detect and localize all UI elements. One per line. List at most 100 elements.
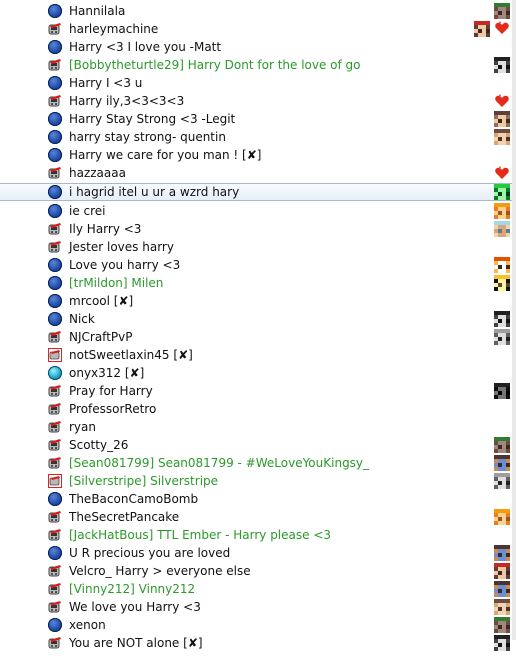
- contact-row[interactable]: Hannilala: [0, 2, 516, 20]
- contact-name-text: [Vinny212] Vinny212: [69, 582, 196, 596]
- avatar[interactable]: [494, 455, 510, 471]
- avatar[interactable]: [494, 599, 510, 615]
- contact-row[interactable]: xenon: [0, 616, 516, 634]
- mobile-phone-icon: [48, 58, 62, 72]
- avatar[interactable]: [494, 437, 510, 453]
- contact-row[interactable]: Velcro_ Harry > everyone else: [0, 562, 516, 580]
- avatar[interactable]: [494, 563, 510, 579]
- avatar[interactable]: [494, 111, 510, 127]
- contact-name: ie crei: [69, 202, 106, 220]
- contact-name-text: Harry <3 I love you -Matt: [69, 40, 222, 54]
- avatar[interactable]: [494, 383, 510, 399]
- contact-row[interactable]: Harry <3 I love you -Matt: [0, 38, 516, 56]
- contact-row[interactable]: Harry ily,3<3<3<3: [0, 92, 516, 110]
- avatar[interactable]: [494, 257, 510, 273]
- contact-row[interactable]: NJCraftPvP: [0, 328, 516, 346]
- contact-row[interactable]: Harry Stay Strong <3 -Legit: [0, 110, 516, 128]
- contact-row[interactable]: ProfessorRetro: [0, 400, 516, 418]
- online-status-icon: [48, 204, 62, 218]
- contact-row[interactable]: [Silverstripe] Silverstripe: [0, 472, 516, 490]
- contact-name: Scotty_26: [69, 436, 128, 454]
- contact-row[interactable]: ryan: [0, 418, 516, 436]
- contact-name: [JackHatBous] TTL Ember - Harry please <…: [69, 526, 331, 544]
- contact-name: TheSecretPancake: [69, 508, 179, 526]
- contact-name: [Bobbytheturtle29] Harry Dont for the lo…: [69, 56, 361, 74]
- contact-row[interactable]: i hagrid itel u ur a wzrd hary: [0, 183, 516, 201]
- avatar[interactable]: [494, 203, 510, 219]
- mobile-phone-icon: [48, 166, 62, 180]
- heart-badge-icon: [494, 94, 510, 108]
- avatar[interactable]: [474, 21, 490, 37]
- online-status-icon: [48, 112, 62, 126]
- contact-name-suffix: ]: [188, 348, 193, 362]
- contact-row[interactable]: [Bobbytheturtle29] Harry Dont for the lo…: [0, 56, 516, 74]
- contact-row[interactable]: Jester loves harry: [0, 238, 516, 256]
- contact-name: i hagrid itel u ur a wzrd hary: [69, 184, 239, 200]
- contact-name: onyx312 [✘]: [69, 364, 144, 382]
- contact-name-text: xenon: [69, 618, 106, 632]
- avatar[interactable]: [494, 617, 510, 633]
- busy-x-icon: ✘: [246, 148, 257, 162]
- contact-row[interactable]: harleymachine: [0, 20, 516, 38]
- avatar[interactable]: [494, 545, 510, 561]
- contact-row[interactable]: Nick: [0, 310, 516, 328]
- contact-row[interactable]: hazzaaaa: [0, 164, 516, 182]
- contact-row[interactable]: Harry I <3 u: [0, 74, 516, 92]
- mobile-phone-icon: [48, 384, 62, 398]
- heart-badge-icon[interactable]: [494, 21, 510, 37]
- avatar[interactable]: [494, 635, 510, 651]
- contact-row[interactable]: Ily Harry <3: [0, 220, 516, 238]
- busy-x-icon: ✘: [187, 636, 198, 650]
- contact-name: We love you Harry <3: [69, 598, 201, 616]
- contact-name-text: ProfessorRetro: [69, 402, 157, 416]
- contact-row[interactable]: We love you Harry <3: [0, 598, 516, 616]
- contact-row[interactable]: Harry we care for you man ! [✘]: [0, 146, 516, 164]
- contact-row[interactable]: [Vinny212] Vinny212: [0, 580, 516, 598]
- contact-name-text: Jester loves harry: [69, 240, 174, 254]
- contact-row[interactable]: mrcool [✘]: [0, 292, 516, 310]
- avatar[interactable]: [494, 329, 510, 345]
- contact-name-text: Scotty_26: [69, 438, 129, 452]
- avatar[interactable]: [494, 184, 510, 200]
- contact-row[interactable]: [trMildon] Milen: [0, 274, 516, 292]
- mobile-phone-icon: [48, 402, 62, 416]
- contact-row[interactable]: [Sean081799] Sean081799 - #WeLoveYouKing…: [0, 454, 516, 472]
- contact-row[interactable]: harry stay strong- quentin: [0, 128, 516, 146]
- avatar[interactable]: [494, 275, 510, 291]
- contact-name-text: Hannilala: [69, 4, 126, 18]
- contact-row[interactable]: U R precious you are loved: [0, 544, 516, 562]
- contact-row[interactable]: TheSecretPancake: [0, 508, 516, 526]
- contact-name: Nick: [69, 310, 95, 328]
- contact-name-text: [Sean081799] Sean081799 - #WeLoveYouKing…: [69, 456, 370, 470]
- contact-row[interactable]: ie crei: [0, 202, 516, 220]
- scrollbar[interactable]: [512, 0, 516, 640]
- avatar[interactable]: [494, 3, 510, 19]
- contact-row[interactable]: [JackHatBous] TTL Ember - Harry please <…: [0, 526, 516, 544]
- contact-name-text: harry stay strong- quentin: [69, 130, 226, 144]
- online-status-cyan-icon: [48, 366, 62, 380]
- contact-row[interactable]: TheBaconCamoBomb: [0, 490, 516, 508]
- mobile-phone-icon: [48, 600, 62, 614]
- contact-name: [trMildon] Milen: [69, 274, 163, 292]
- contact-row[interactable]: Pray for Harry: [0, 382, 516, 400]
- contact-row[interactable]: Scotty_26: [0, 436, 516, 454]
- avatar[interactable]: [494, 509, 510, 525]
- contact-row[interactable]: notSweetlaxin45 [✘]: [0, 346, 516, 364]
- contact-row[interactable]: You are NOT alone [✘]: [0, 634, 516, 652]
- mobile-phone-icon: [48, 456, 62, 470]
- contact-row[interactable]: Love you harry <3: [0, 256, 516, 274]
- contact-name-text: i hagrid itel u ur a wzrd hary: [69, 185, 240, 199]
- avatar[interactable]: [494, 57, 510, 73]
- avatar[interactable]: [494, 581, 510, 597]
- contact-row[interactable]: onyx312 [✘]: [0, 364, 516, 382]
- contact-name-text: Harry Stay Strong <3 -Legit: [69, 112, 236, 126]
- avatar[interactable]: [494, 129, 510, 145]
- busy-x-icon: ✘: [129, 366, 140, 380]
- avatar[interactable]: [494, 311, 510, 327]
- avatar[interactable]: [494, 221, 510, 237]
- contact-name: [Vinny212] Vinny212: [69, 580, 195, 598]
- mobile-phone-icon: [48, 582, 62, 596]
- avatar[interactable]: [494, 473, 510, 489]
- online-status-icon: [48, 618, 62, 632]
- contact-name: TheBaconCamoBomb: [69, 490, 198, 508]
